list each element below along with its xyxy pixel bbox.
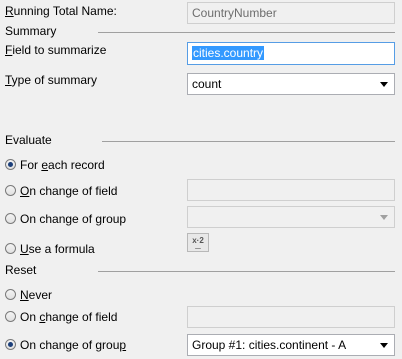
reset-never-radio[interactable] xyxy=(5,289,16,300)
running-total-name-field[interactable]: CountryNumber xyxy=(187,2,395,24)
type-of-summary-value: count xyxy=(192,77,222,91)
evaluate-separator xyxy=(102,141,395,142)
type-of-summary-select[interactable]: count xyxy=(187,73,395,95)
evaluate-change-of-field-radio[interactable] xyxy=(5,185,16,196)
type-of-summary-label: Type of summary xyxy=(5,73,98,87)
reset-section-label: Reset xyxy=(5,263,37,277)
evaluate-change-of-group-label[interactable]: On change of group xyxy=(20,211,126,227)
reset-change-of-group-radio[interactable] xyxy=(5,339,16,350)
chevron-down-icon xyxy=(380,215,388,220)
evaluate-use-formula-radio[interactable] xyxy=(5,243,16,254)
evaluate-change-of-field-label[interactable]: On change of field xyxy=(20,183,117,199)
field-to-summarize-label: Field to summarize xyxy=(5,43,107,57)
reset-never-label[interactable]: Never xyxy=(20,287,52,303)
reset-change-of-field-radio[interactable] xyxy=(5,311,16,322)
formula-icon[interactable]: x·2 ─ xyxy=(187,233,209,253)
chevron-down-icon xyxy=(380,343,388,348)
summary-separator xyxy=(98,32,395,33)
reset-separator xyxy=(98,271,395,272)
running-total-name-label-rest: unning Total Name: xyxy=(13,4,117,18)
reset-group-value: Group #1: cities.continent - A xyxy=(192,338,347,352)
evaluate-use-formula-label[interactable]: Use a formula xyxy=(20,241,95,257)
chevron-down-icon xyxy=(380,82,388,87)
evaluate-for-each-record-label[interactable]: For each record xyxy=(20,157,105,173)
evaluate-section-label: Evaluate xyxy=(5,133,52,147)
field-to-summarize-input[interactable]: cities.country xyxy=(187,42,395,65)
reset-change-of-group-label[interactable]: On change of group xyxy=(20,337,126,353)
field-to-summarize-value: cities.country xyxy=(192,46,265,60)
evaluate-for-each-record-radio[interactable] xyxy=(5,159,16,170)
reset-change-of-field-label[interactable]: On change of field xyxy=(20,309,117,325)
evaluate-field-input[interactable] xyxy=(187,179,395,201)
evaluate-change-of-group-radio[interactable] xyxy=(5,213,16,224)
running-total-name-label: Running Total Name: xyxy=(5,4,117,18)
summary-section-label: Summary xyxy=(5,24,57,38)
reset-group-select[interactable]: Group #1: cities.continent - A xyxy=(187,334,395,356)
reset-field-input[interactable] xyxy=(187,306,395,328)
evaluate-group-select[interactable] xyxy=(187,206,395,228)
